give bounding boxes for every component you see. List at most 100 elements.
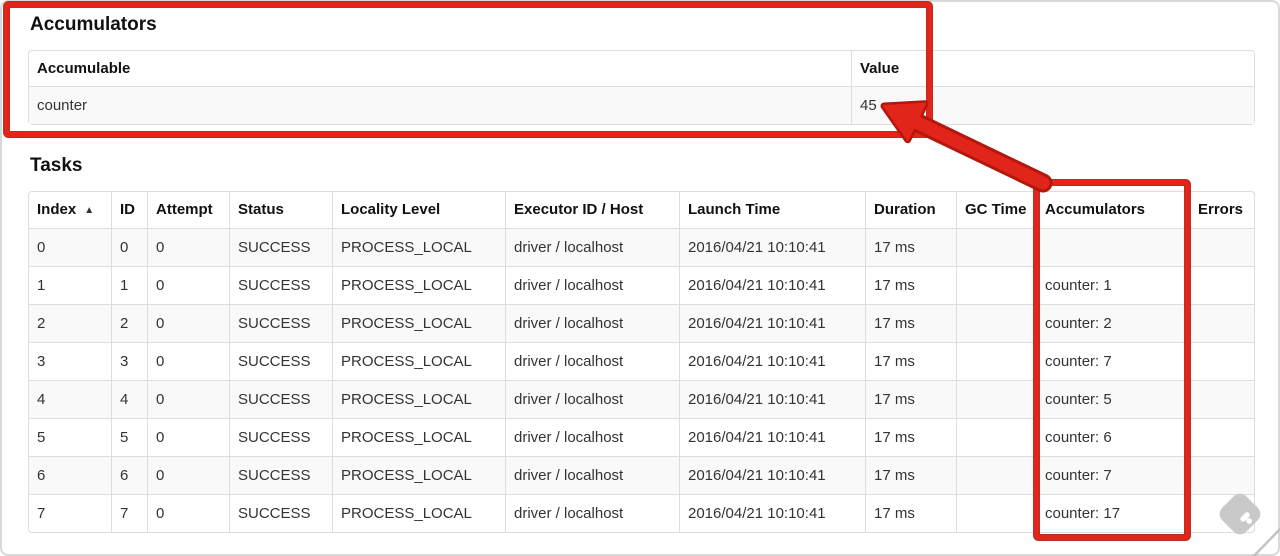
column-header-gc-time[interactable]: GC Time: [956, 192, 1036, 228]
cell-gc-time: [956, 304, 1036, 342]
cell-executor-id-host: driver / localhost: [505, 304, 679, 342]
column-header-value[interactable]: Value: [851, 51, 1254, 86]
column-header-launch-time[interactable]: Launch Time: [679, 192, 865, 228]
table-row: 2 2 0 SUCCESS PROCESS_LOCAL driver / localhos…: [29, 304, 1254, 342]
cell-errors: [1189, 304, 1254, 342]
column-label: Attempt: [156, 201, 213, 218]
cell-accumulators: counter: 7: [1036, 456, 1189, 494]
column-label: Errors: [1198, 201, 1244, 218]
cell-duration: 17 ms: [865, 494, 956, 532]
cell-status: SUCCESS: [229, 418, 332, 456]
cell-status: SUCCESS: [229, 380, 332, 418]
cell-index: 7: [29, 494, 111, 532]
feedly-watermark-icon: [1218, 493, 1261, 544]
cell-executor-id-host: driver / localhost: [505, 342, 679, 380]
column-label: ID: [120, 201, 135, 218]
cell-status: SUCCESS: [229, 228, 332, 266]
cell-duration: 17 ms: [865, 304, 956, 342]
cell-duration: 17 ms: [865, 418, 956, 456]
cell-duration: 17 ms: [865, 456, 956, 494]
cell-locality-level: PROCESS_LOCAL: [332, 456, 505, 494]
table-row: 3 3 0 SUCCESS PROCESS_LOCAL driver / localhos…: [29, 342, 1254, 380]
cell-attempt: 0: [147, 304, 229, 342]
column-label: Duration: [874, 201, 936, 218]
column-header-index[interactable]: Index ▲: [29, 192, 111, 228]
cell-accumulators: counter: 6: [1036, 418, 1189, 456]
cell-accumulators: counter: 1: [1036, 266, 1189, 304]
table-row: 7 7 0 SUCCESS PROCESS_LOCAL driver / localhos…: [29, 494, 1254, 532]
cell-locality-level: PROCESS_LOCAL: [332, 304, 505, 342]
accumulators-heading: Accumulators: [30, 14, 157, 35]
cell-id: 3: [111, 342, 147, 380]
column-header-accumulators[interactable]: Accumulators: [1036, 192, 1189, 228]
cell-executor-id-host: driver / localhost: [505, 380, 679, 418]
cell-errors: [1189, 418, 1254, 456]
cell-launch-time: 2016/04/21 10:10:41: [679, 494, 865, 532]
cell-accumulators: counter: 5: [1036, 380, 1189, 418]
cell-id: 0: [111, 228, 147, 266]
column-header-errors[interactable]: Errors: [1189, 192, 1254, 228]
column-label: Launch Time: [688, 201, 781, 218]
column-label: GC Time: [965, 201, 1027, 218]
column-label: Locality Level: [341, 201, 441, 218]
cell-duration: 17 ms: [865, 342, 956, 380]
cell-errors: [1189, 380, 1254, 418]
cell-launch-time: 2016/04/21 10:10:41: [679, 342, 865, 380]
cell-duration: 17 ms: [865, 228, 956, 266]
cell-errors: [1189, 228, 1254, 266]
cell-launch-time: 2016/04/21 10:10:41: [679, 266, 865, 304]
cell-executor-id-host: driver / localhost: [505, 418, 679, 456]
cell-launch-time: 2016/04/21 10:10:41: [679, 418, 865, 456]
table-row: 6 6 0 SUCCESS PROCESS_LOCAL driver / localhos…: [29, 456, 1254, 494]
table-row: 4 4 0 SUCCESS PROCESS_LOCAL driver / localhos…: [29, 380, 1254, 418]
cell-status: SUCCESS: [229, 266, 332, 304]
cell-accumulators: [1036, 228, 1189, 266]
cell-id: 1: [111, 266, 147, 304]
cell-accumulators: counter: 17: [1036, 494, 1189, 532]
cell-locality-level: PROCESS_LOCAL: [332, 266, 505, 304]
cell-accumulators: counter: 2: [1036, 304, 1189, 342]
cell-value: 45: [851, 86, 1254, 124]
cell-attempt: 0: [147, 228, 229, 266]
cell-executor-id-host: driver / localhost: [505, 266, 679, 304]
column-header-accumulable[interactable]: Accumulable: [29, 51, 851, 86]
column-label: Status: [238, 201, 284, 218]
cell-attempt: 0: [147, 418, 229, 456]
cell-launch-time: 2016/04/21 10:10:41: [679, 304, 865, 342]
accumulators-header-row: Accumulable Value: [29, 51, 1254, 86]
cell-status: SUCCESS: [229, 342, 332, 380]
cell-attempt: 0: [147, 456, 229, 494]
cell-duration: 17 ms: [865, 380, 956, 418]
spark-stage-page: Accumulators Accumulable Value counter 4…: [0, 0, 1280, 556]
cell-locality-level: PROCESS_LOCAL: [332, 418, 505, 456]
column-label: Accumulators: [1045, 201, 1146, 218]
cell-status: SUCCESS: [229, 456, 332, 494]
cell-launch-time: 2016/04/21 10:10:41: [679, 456, 865, 494]
table-row: 1 1 0 SUCCESS PROCESS_LOCAL driver / localhos…: [29, 266, 1254, 304]
cell-locality-level: PROCESS_LOCAL: [332, 342, 505, 380]
cell-duration: 17 ms: [865, 266, 956, 304]
table-row: 0 0 0 SUCCESS PROCESS_LOCAL driver / localhos…: [29, 228, 1254, 266]
column-header-executor-id-host[interactable]: Executor ID / Host: [505, 192, 679, 228]
cell-id: 6: [111, 456, 147, 494]
cell-executor-id-host: driver / localhost: [505, 456, 679, 494]
cell-launch-time: 2016/04/21 10:10:41: [679, 228, 865, 266]
cell-gc-time: [956, 456, 1036, 494]
cell-executor-id-host: driver / localhost: [505, 494, 679, 532]
column-label: Index: [37, 201, 77, 218]
accumulators-table: Accumulable Value counter 45: [28, 50, 1255, 125]
column-header-status[interactable]: Status: [229, 192, 332, 228]
sort-asc-icon: ▲: [84, 205, 95, 216]
tasks-table: Index ▲ ID Attempt Status Locality Level Execu…: [28, 191, 1255, 533]
tasks-heading: Tasks: [30, 155, 83, 176]
cell-index: 4: [29, 380, 111, 418]
cell-index: 0: [29, 228, 111, 266]
column-header-attempt[interactable]: Attempt: [147, 192, 229, 228]
cell-status: SUCCESS: [229, 304, 332, 342]
column-header-duration[interactable]: Duration: [865, 192, 956, 228]
cell-id: 4: [111, 380, 147, 418]
column-header-locality-level[interactable]: Locality Level: [332, 192, 505, 228]
column-header-id[interactable]: ID: [111, 192, 147, 228]
table-row: counter 45: [29, 86, 1254, 124]
cell-attempt: 0: [147, 266, 229, 304]
